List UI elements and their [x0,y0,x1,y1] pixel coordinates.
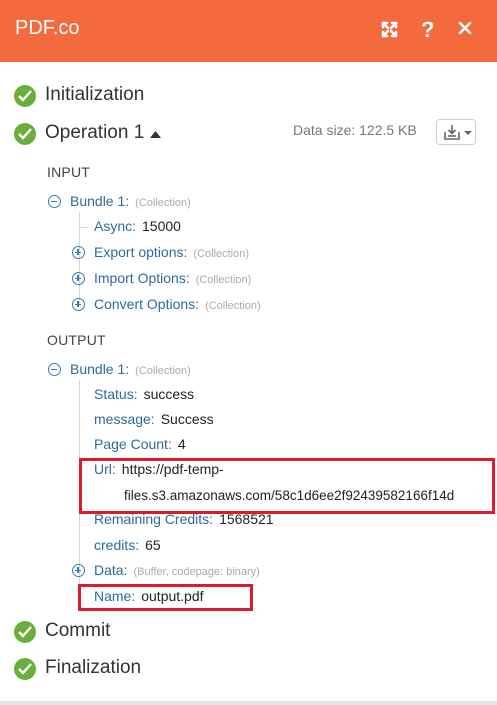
output-data-row[interactable]: Data: (Buffer, codepage: binary) [94,562,260,582]
field-value: 4 [177,436,186,452]
check-icon [14,621,36,643]
expand-icon[interactable] [380,20,399,39]
download-button[interactable] [436,119,476,145]
field-value: success [143,386,195,402]
name-highlight-box [78,584,253,611]
output-message-row: message: Success [94,411,214,431]
tree-tick [79,227,89,228]
chevron-down-icon [464,131,472,135]
panel-bottom-border [0,701,497,705]
field-meta: (Collection) [195,274,252,286]
input-section-label: INPUT [47,164,90,180]
output-section-label: OUTPUT [47,332,106,348]
collapse-toggle-icon[interactable] [48,195,61,208]
caret-up-icon[interactable] [150,122,162,144]
field-meta: (Collection) [205,300,261,312]
collapse-toggle-icon[interactable] [48,363,61,376]
output-credits-row: credits: 65 [94,537,161,557]
field-key: message: [94,411,155,427]
help-icon[interactable]: ? [421,17,434,43]
stage-label: Operation 1 [45,122,162,144]
field-key: Page Count: [94,436,172,452]
input-async-row: Async: 15000 [94,218,181,238]
field-value: Success [160,411,214,427]
stage-label: Finalization [45,657,142,678]
bundle-label: Bundle 1: [70,361,130,377]
input-import-options-row[interactable]: Import Options: (Collection) [94,270,251,290]
field-meta: (Buffer, codepage: binary) [133,566,260,578]
field-key: credits: [94,537,140,553]
output-remaining-credits-row: Remaining Credits: 1568521 [94,511,274,531]
input-convert-options-row[interactable]: Convert Options: (Collection) [94,296,261,316]
output-bundle-row[interactable]: Bundle 1: (Collection) [70,361,191,381]
url-highlight-box [79,458,495,514]
field-key: Async: [94,218,137,234]
bundle-meta: (Collection) [135,197,191,209]
module-header: PDF.co ? [0,0,497,62]
check-icon [14,85,36,107]
output-status-row: Status: success [94,386,194,406]
data-size: Data size: 122.5 KB [293,122,417,138]
expand-toggle-icon[interactable] [72,272,85,285]
expand-toggle-icon[interactable] [72,564,85,577]
stage-label: Initialization [45,84,145,105]
output-page-count-row: Page Count: 4 [94,436,186,456]
module-title: PDF.co [15,17,80,39]
close-icon[interactable] [458,21,472,35]
field-key: Import Options: [94,270,190,286]
input-export-options-row[interactable]: Export options: (Collection) [94,244,249,264]
stage-label: Commit [45,620,111,641]
check-icon [14,123,36,145]
check-icon [14,658,36,680]
bundle-label: Bundle 1: [70,193,130,209]
field-key: Status: [94,386,138,402]
expand-toggle-icon[interactable] [72,298,85,311]
field-key: Export options: [94,244,188,260]
field-meta: (Collection) [193,248,250,260]
field-value: 65 [145,537,161,553]
field-key: Convert Options: [94,296,200,312]
field-value: 15000 [142,218,181,234]
download-icon [444,125,460,140]
field-key: Data: [94,562,128,578]
input-bundle-row[interactable]: Bundle 1: (Collection) [70,193,191,213]
expand-toggle-icon[interactable] [72,246,85,259]
bundle-meta: (Collection) [135,365,191,377]
operation-label: Operation 1 [45,122,145,144]
execution-details-panel: PDF.co ? Initialization Operation 1 Data… [0,0,497,705]
